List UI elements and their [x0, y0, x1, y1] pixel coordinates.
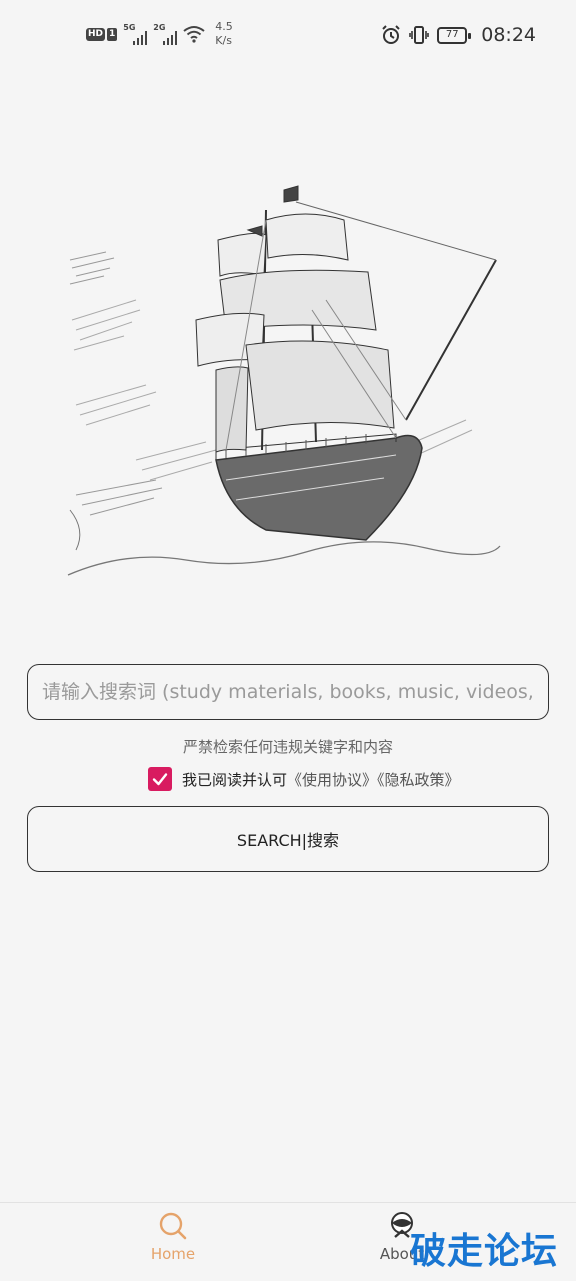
status-left: HD 1 5G 2G 4.5 K/s	[86, 20, 233, 48]
alarm-icon	[382, 25, 400, 44]
hd-label: HD	[86, 27, 106, 41]
terms-link[interactable]: 《使用协议》	[287, 771, 377, 789]
nav-home[interactable]: Home	[113, 1211, 233, 1263]
speed-value: 4.5	[215, 20, 233, 33]
ship-illustration	[67, 185, 501, 576]
battery-icon: 77	[437, 26, 472, 44]
agreement-row: 我已阅读并认可《使用协议》《隐私政策》	[148, 766, 460, 792]
privacy-link[interactable]: 《隐私政策》	[377, 771, 460, 789]
search-icon	[159, 1212, 187, 1240]
status-bar: HD 1 5G 2G 4.5 K/s 77 08:24	[0, 0, 576, 72]
forum-watermark: 破走论坛	[409, 1231, 558, 1272]
clock: 08:24	[481, 24, 536, 46]
signal-5g-icon: 5G	[123, 23, 148, 45]
nav-home-label: Home	[150, 1245, 196, 1263]
agreement-checkbox[interactable]	[148, 767, 172, 791]
wifi-icon	[183, 26, 205, 43]
status-right: 77 08:24	[381, 24, 536, 46]
hd-icon: HD 1	[86, 27, 118, 41]
battery-level: 77	[445, 29, 459, 40]
speed-unit: K/s	[215, 34, 232, 47]
vibrate-icon	[409, 26, 430, 44]
search-input[interactable]	[28, 665, 548, 719]
search-field[interactable]	[27, 664, 549, 720]
search-button[interactable]: SEARCH|搜索	[27, 806, 549, 872]
compliance-warning: 严禁检索任何违规关键字和内容	[182, 738, 393, 756]
sim-label: 1	[107, 27, 118, 41]
check-icon	[152, 773, 168, 786]
signal-2g-icon: 2G	[153, 23, 178, 45]
agreement-text: 我已阅读并认可	[182, 770, 288, 789]
network-speed: 4.5 K/s	[215, 20, 233, 48]
